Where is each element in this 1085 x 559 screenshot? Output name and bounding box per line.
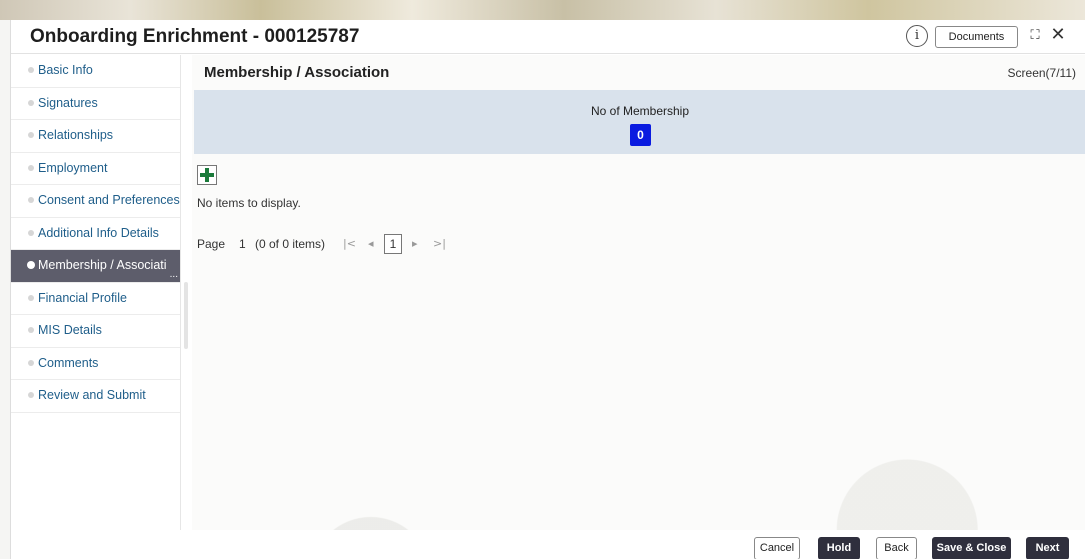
empty-table-message: No items to display.	[197, 196, 301, 210]
sidebar-item-consent-and-preferences[interactable]: Consent and Preferences	[11, 185, 180, 218]
step-dot-icon	[28, 67, 34, 73]
sidebar-scrollbar[interactable]	[184, 282, 188, 349]
sidebar-item-mis-details[interactable]: MIS Details	[11, 315, 180, 348]
sidebar-item-review-and-submit[interactable]: Review and Submit	[11, 380, 180, 413]
pager-page-label: Page	[197, 237, 226, 251]
sidebar-nav: Basic Info Signatures Relationships Empl…	[11, 55, 181, 530]
membership-count-label: No of Membership	[590, 104, 690, 118]
cancel-button[interactable]: Cancel	[754, 537, 800, 559]
sidebar-item-label: MIS Details	[38, 323, 102, 337]
sidebar-item-label: Comments	[38, 355, 99, 370]
sidebar-item-additional-info-details[interactable]: Additional Info Details	[11, 218, 180, 250]
page-title: Onboarding Enrichment - 000125787	[30, 26, 360, 47]
sidebar-item-label: Consent and Preferences	[38, 193, 180, 207]
plus-icon	[200, 168, 214, 182]
sidebar-item-label: Financial Profile	[38, 290, 127, 305]
step-dot-icon	[28, 164, 34, 171]
membership-count-badge: 0	[630, 124, 651, 146]
sidebar-item-employment[interactable]: Employment	[11, 153, 180, 185]
step-dot-icon	[28, 359, 34, 366]
step-dot-icon	[28, 132, 34, 138]
sidebar-item-label: Membership / Associati	[38, 258, 167, 272]
onboarding-window: Onboarding Enrichment - 000125787 i Docu…	[10, 20, 1085, 559]
back-button[interactable]: Back	[876, 537, 917, 559]
close-icon[interactable]: ✕	[1049, 24, 1067, 46]
step-dot-icon	[28, 229, 34, 236]
sidebar-item-comments[interactable]: Comments	[11, 348, 180, 380]
save-and-close-button[interactable]: Save & Close	[932, 537, 1011, 559]
step-dot-icon	[28, 392, 34, 398]
membership-summary-band: No of Membership 0	[194, 90, 1085, 154]
step-dot-icon	[28, 327, 34, 333]
overflow-ellipsis: ...	[169, 268, 178, 280]
first-page-icon[interactable]: |<	[343, 233, 356, 255]
action-footer: Cancel Hold Back Save & Close Next	[11, 530, 1085, 559]
add-membership-button[interactable]	[197, 165, 217, 185]
step-dot-icon	[28, 99, 34, 106]
sidebar-item-label: Review and Submit	[38, 388, 146, 402]
top-banner	[0, 0, 1085, 20]
next-page-icon[interactable]: ▸	[412, 233, 418, 255]
sidebar-item-relationships[interactable]: Relationships	[11, 120, 180, 153]
sidebar-item-label: Signatures	[38, 95, 98, 110]
prev-page-icon[interactable]: ◂	[368, 233, 374, 255]
documents-button[interactable]: Documents	[935, 26, 1018, 48]
hold-button[interactable]: Hold	[818, 537, 860, 559]
sidebar-item-label: Relationships	[38, 128, 114, 142]
sidebar-item-label: Additional Info Details	[38, 225, 159, 240]
sidebar-item-signatures[interactable]: Signatures	[11, 88, 180, 120]
expand-icon[interactable]: ⛶	[1026, 26, 1044, 46]
step-dot-icon	[27, 261, 35, 269]
sidebar-item-label: Employment	[38, 160, 108, 175]
section-title: Membership / Association	[204, 64, 390, 81]
next-button[interactable]: Next	[1026, 537, 1069, 559]
main-content: Membership / Association Screen(7/11) No…	[192, 55, 1085, 530]
last-page-icon[interactable]: >|	[433, 233, 446, 255]
sidebar-item-membership-association[interactable]: Membership / Associati...	[11, 250, 180, 283]
sidebar-item-basic-info[interactable]: Basic Info	[11, 55, 180, 88]
screen-indicator: Screen(7/11)	[1007, 66, 1076, 80]
step-dot-icon	[28, 197, 34, 203]
sidebar-item-financial-profile[interactable]: Financial Profile	[11, 283, 180, 315]
pager-page-number: 1	[239, 237, 246, 251]
sidebar-item-label: Basic Info	[38, 63, 93, 77]
info-icon[interactable]: i	[906, 25, 928, 47]
pager-items-summary: (0 of 0 items)	[255, 237, 326, 251]
window-header: Onboarding Enrichment - 000125787 i Docu…	[11, 20, 1085, 54]
current-page-button[interactable]: 1	[384, 234, 402, 254]
step-dot-icon	[28, 294, 34, 301]
